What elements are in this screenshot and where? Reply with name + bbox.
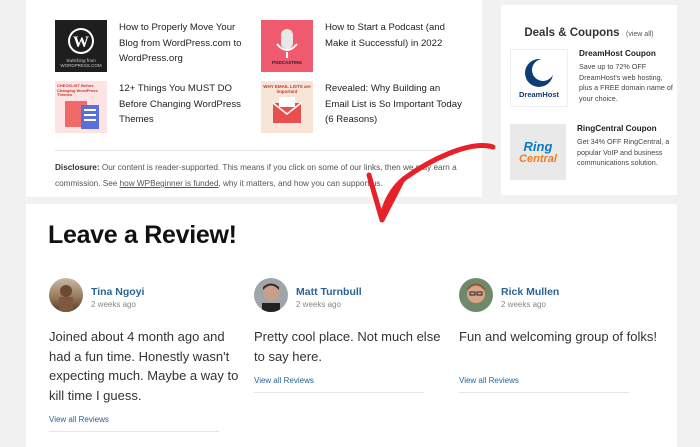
annotation-arrow-icon <box>366 143 496 223</box>
